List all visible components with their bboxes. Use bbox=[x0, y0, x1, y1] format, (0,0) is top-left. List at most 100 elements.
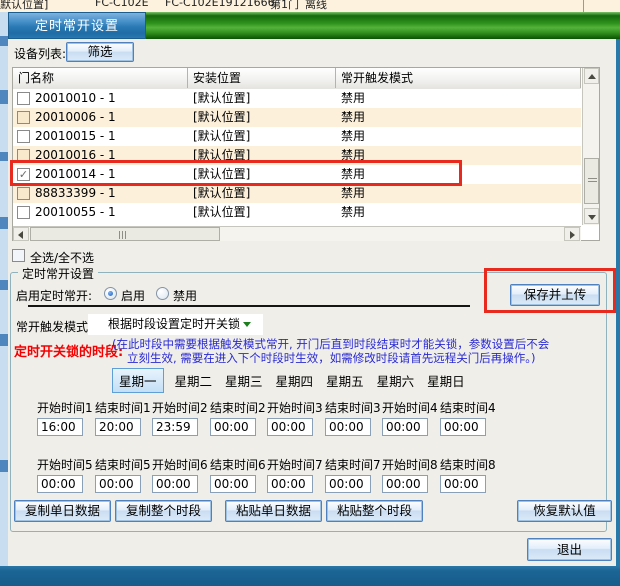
left-strip-segment bbox=[0, 334, 8, 346]
vertical-scrollbar[interactable] bbox=[582, 68, 599, 225]
tab-saturday[interactable]: 星期六 bbox=[375, 369, 417, 392]
row-checkbox[interactable] bbox=[17, 149, 30, 162]
row-checkbox[interactable] bbox=[17, 187, 30, 200]
header-door-name[interactable]: 门名称 bbox=[13, 68, 188, 88]
select-all-label: 全选/全不选 bbox=[30, 249, 94, 266]
end-time-5-input[interactable] bbox=[95, 475, 141, 493]
period-label: 定时开关锁的时段: bbox=[14, 341, 123, 360]
table-row[interactable]: 20010010 - 1 [默认位置] 禁用 bbox=[13, 89, 581, 108]
trigger-mode-value: 根据时段设置定时开关锁 bbox=[108, 317, 240, 331]
time-label: 开始时间6 bbox=[152, 456, 212, 473]
radio-disable-label[interactable]: 禁用 bbox=[173, 287, 197, 304]
tab-bar: 定时常开设置 bbox=[0, 12, 620, 39]
row-checkbox[interactable] bbox=[17, 111, 30, 124]
paste-day-button[interactable]: 粘贴单日数据 bbox=[225, 500, 322, 522]
bg-divider bbox=[583, 0, 584, 12]
cell-mode: 禁用 bbox=[341, 184, 365, 203]
table-row[interactable]: 20010016 - 1 [默认位置] 禁用 bbox=[13, 146, 581, 165]
row-checkbox[interactable] bbox=[17, 130, 30, 143]
tab-wednesday[interactable]: 星期三 bbox=[223, 369, 265, 392]
scroll-right-button[interactable] bbox=[564, 227, 580, 241]
start-time-5-input[interactable] bbox=[37, 475, 83, 493]
background-window-left-strip bbox=[0, 12, 8, 566]
thumb-grip-icon bbox=[119, 231, 127, 239]
start-time-2-input[interactable] bbox=[152, 418, 198, 436]
trigger-mode-label: 常开触发模式: bbox=[16, 318, 92, 335]
bg-cell-door: 第1门 bbox=[270, 0, 299, 12]
radio-enable-label[interactable]: 启用 bbox=[121, 287, 145, 304]
status-bar bbox=[0, 566, 620, 586]
restore-defaults-button[interactable]: 恢复默认值 bbox=[517, 500, 612, 522]
tab-friday[interactable]: 星期五 bbox=[324, 369, 366, 392]
scroll-down-button[interactable] bbox=[584, 208, 599, 224]
time-label: 开始时间3 bbox=[267, 399, 327, 416]
tab-monday[interactable]: 星期一 bbox=[112, 368, 164, 393]
start-time-4-input[interactable] bbox=[382, 418, 428, 436]
tab-thursday[interactable]: 星期四 bbox=[274, 369, 316, 392]
time-label: 开始时间2 bbox=[152, 399, 212, 416]
tab-sunday[interactable]: 星期日 bbox=[425, 369, 467, 392]
cell-location: [默认位置] bbox=[193, 127, 250, 146]
cell-location: [默认位置] bbox=[193, 165, 250, 184]
select-all-checkbox[interactable] bbox=[12, 249, 25, 262]
cell-door-name: 20010016 - 1 bbox=[35, 146, 116, 165]
end-time-1-input[interactable] bbox=[95, 418, 141, 436]
background-window-strip: 默认位置] FC-C102E FC-C102E19121666 第1门 离线 bbox=[0, 0, 620, 12]
cell-door-name: 20010015 - 1 bbox=[35, 127, 116, 146]
horizontal-scroll-thumb[interactable] bbox=[30, 227, 220, 241]
scroll-up-button[interactable] bbox=[584, 68, 599, 84]
header-trigger-mode[interactable]: 常开触发模式 bbox=[336, 68, 581, 88]
time-label: 开始时间7 bbox=[267, 456, 327, 473]
dropdown-arrow-icon bbox=[243, 322, 251, 327]
bg-cell-serial: FC-C102E19121666 bbox=[165, 0, 275, 9]
time-label: 结束时间8 bbox=[440, 456, 500, 473]
start-time-8-input[interactable] bbox=[382, 475, 428, 493]
start-time-6-input[interactable] bbox=[152, 475, 198, 493]
trigger-mode-dropdown[interactable]: 根据时段设置定时开关锁 bbox=[88, 314, 263, 335]
end-time-3-input[interactable] bbox=[325, 418, 371, 436]
table-row[interactable]: 20010006 - 1 [默认位置] 禁用 bbox=[13, 108, 581, 127]
dialog-right-border bbox=[616, 39, 620, 566]
start-time-3-input[interactable] bbox=[267, 418, 313, 436]
start-time-1-input[interactable] bbox=[37, 418, 83, 436]
start-time-7-input[interactable] bbox=[267, 475, 313, 493]
left-strip-segment bbox=[0, 90, 8, 104]
time-label: 结束时间4 bbox=[440, 399, 500, 416]
cell-door-name: 20010055 - 1 bbox=[35, 203, 116, 222]
header-install-location[interactable]: 安装位置 bbox=[188, 68, 336, 88]
time-label: 结束时间7 bbox=[325, 456, 385, 473]
end-time-7-input[interactable] bbox=[325, 475, 371, 493]
vertical-scroll-thumb[interactable] bbox=[584, 158, 599, 204]
arrow-down-icon bbox=[588, 215, 596, 220]
horizontal-scrollbar[interactable] bbox=[13, 226, 581, 241]
end-time-6-input[interactable] bbox=[210, 475, 256, 493]
radio-disable[interactable] bbox=[156, 287, 169, 300]
save-upload-button[interactable]: 保存并上传 bbox=[510, 284, 600, 306]
end-time-4-input[interactable] bbox=[440, 418, 486, 436]
exit-button[interactable]: 退出 bbox=[527, 538, 612, 561]
table-row-selected[interactable]: ✓ 20010014 - 1 [默认位置] 禁用 bbox=[13, 165, 581, 184]
end-time-8-input[interactable] bbox=[440, 475, 486, 493]
table-row[interactable]: 20010055 - 1 [默认位置] 禁用 bbox=[13, 203, 581, 222]
cell-location: [默认位置] bbox=[193, 89, 250, 108]
tab-timed-open-settings[interactable]: 定时常开设置 bbox=[8, 12, 146, 39]
paste-period-button[interactable]: 粘贴整个时段 bbox=[326, 500, 423, 522]
scroll-left-button[interactable] bbox=[13, 227, 29, 241]
row-checkbox[interactable] bbox=[17, 206, 30, 219]
filter-button[interactable]: 筛选 bbox=[66, 42, 134, 62]
left-strip-segment bbox=[0, 280, 8, 290]
time-label: 开始时间8 bbox=[382, 456, 442, 473]
note-line-2: 立刻生效, 需要在进入下个时段时生效，如需修改时段请首先远程关门后再操作。) bbox=[127, 350, 536, 366]
time-label: 结束时间5 bbox=[95, 456, 155, 473]
arrow-up-icon bbox=[588, 74, 596, 79]
copy-period-button[interactable]: 复制整个时段 bbox=[115, 500, 212, 522]
row-checkbox[interactable] bbox=[17, 92, 30, 105]
table-row[interactable]: 88833399 - 1 [默认位置] 禁用 bbox=[13, 184, 581, 203]
cell-door-name: 88833399 - 1 bbox=[35, 184, 116, 203]
row-checkbox-checked[interactable]: ✓ bbox=[17, 168, 30, 181]
radio-enable[interactable] bbox=[104, 287, 117, 300]
tab-tuesday[interactable]: 星期二 bbox=[173, 369, 215, 392]
table-row[interactable]: 20010015 - 1 [默认位置] 禁用 bbox=[13, 127, 581, 146]
copy-day-button[interactable]: 复制单日数据 bbox=[14, 500, 111, 522]
end-time-2-input[interactable] bbox=[210, 418, 256, 436]
